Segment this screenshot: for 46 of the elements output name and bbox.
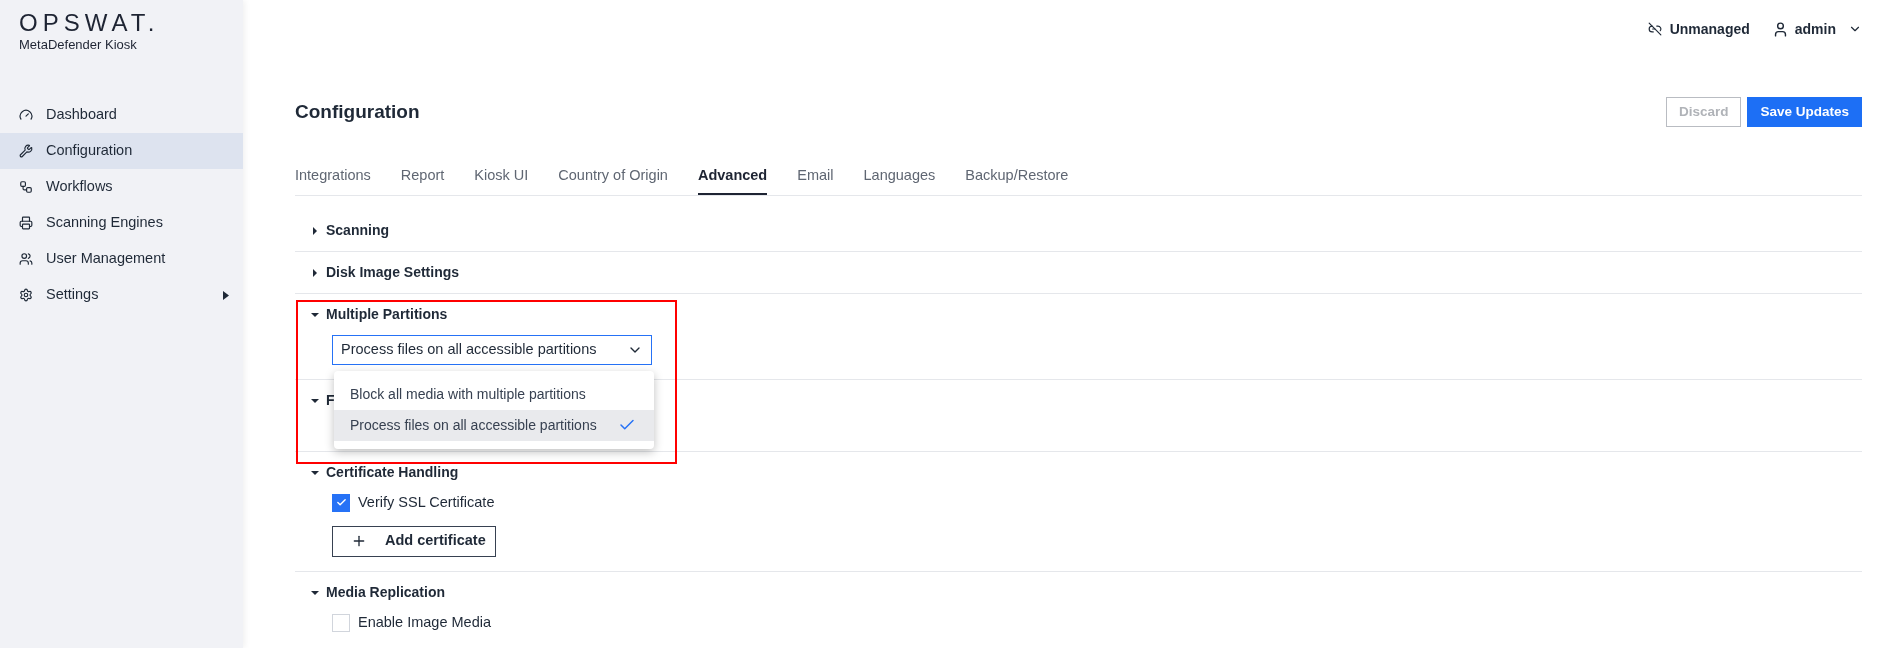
logo-text: OPSWAT. (19, 9, 161, 37)
add-certificate-button[interactable]: Add certificate (332, 525, 496, 557)
section-header[interactable]: Media Replication (311, 582, 446, 603)
tab[interactable]: Kiosk UI (474, 164, 529, 195)
sidebar-item[interactable]: Settings (0, 277, 243, 313)
tab[interactable]: Integrations (295, 164, 371, 195)
tab[interactable]: Email (797, 164, 834, 195)
caret-down-icon (311, 396, 319, 405)
section-header[interactable]: Multiple Partitions (311, 304, 448, 325)
caret-right-icon (311, 268, 319, 277)
sidebar-item[interactable]: Dashboard (0, 97, 243, 133)
dropdown-option[interactable]: Block all media with multiple partitions (334, 378, 654, 410)
status-label: Unmanaged (1669, 19, 1750, 39)
tab[interactable]: Country of Origin (558, 164, 668, 195)
caret-right-icon (311, 226, 319, 235)
sidebar-item[interactable]: Scanning Engines (0, 205, 243, 241)
nav-icon (19, 180, 33, 194)
sidebar-item[interactable]: Configuration (0, 133, 243, 169)
nav-icon (19, 216, 33, 230)
sidebar-item[interactable]: User Management (0, 241, 243, 277)
dropdown-option[interactable]: Process files on all accessible partitions (334, 409, 654, 441)
unlink-icon (1647, 22, 1662, 36)
caret-down-icon (311, 588, 319, 597)
nav-icon (19, 144, 33, 158)
checkbox-label: Verify SSL Certificate (358, 492, 495, 512)
sidebar-item[interactable]: Workflows (0, 169, 243, 205)
page-title: Configuration (295, 99, 420, 124)
tab[interactable]: Report (400, 164, 445, 195)
save-button[interactable]: Save Updates (1747, 97, 1862, 127)
caret-down-icon (311, 310, 319, 319)
section-header[interactable]: Certificate Handling (311, 462, 459, 483)
tab[interactable]: Languages (863, 164, 936, 195)
nav-icon (19, 108, 33, 122)
product-name: MetaDefender Kiosk (19, 37, 138, 53)
user-menu[interactable]: admin (1771, 18, 1862, 40)
partition-select[interactable]: Process files on all accessible partitions (332, 334, 652, 365)
tab[interactable]: Advanced (697, 164, 768, 195)
checkbox-label: Enable Image Media (358, 612, 491, 632)
section-header[interactable]: Disk Image Settings (311, 262, 460, 283)
section-header[interactable]: F (311, 390, 335, 411)
section-header[interactable]: Scanning (311, 220, 389, 241)
nav-icon (19, 252, 33, 266)
checkbox[interactable] (332, 493, 350, 512)
tab[interactable]: Backup/Restore (965, 164, 1069, 195)
nav-icon (19, 288, 33, 302)
caret-down-icon (311, 468, 319, 477)
